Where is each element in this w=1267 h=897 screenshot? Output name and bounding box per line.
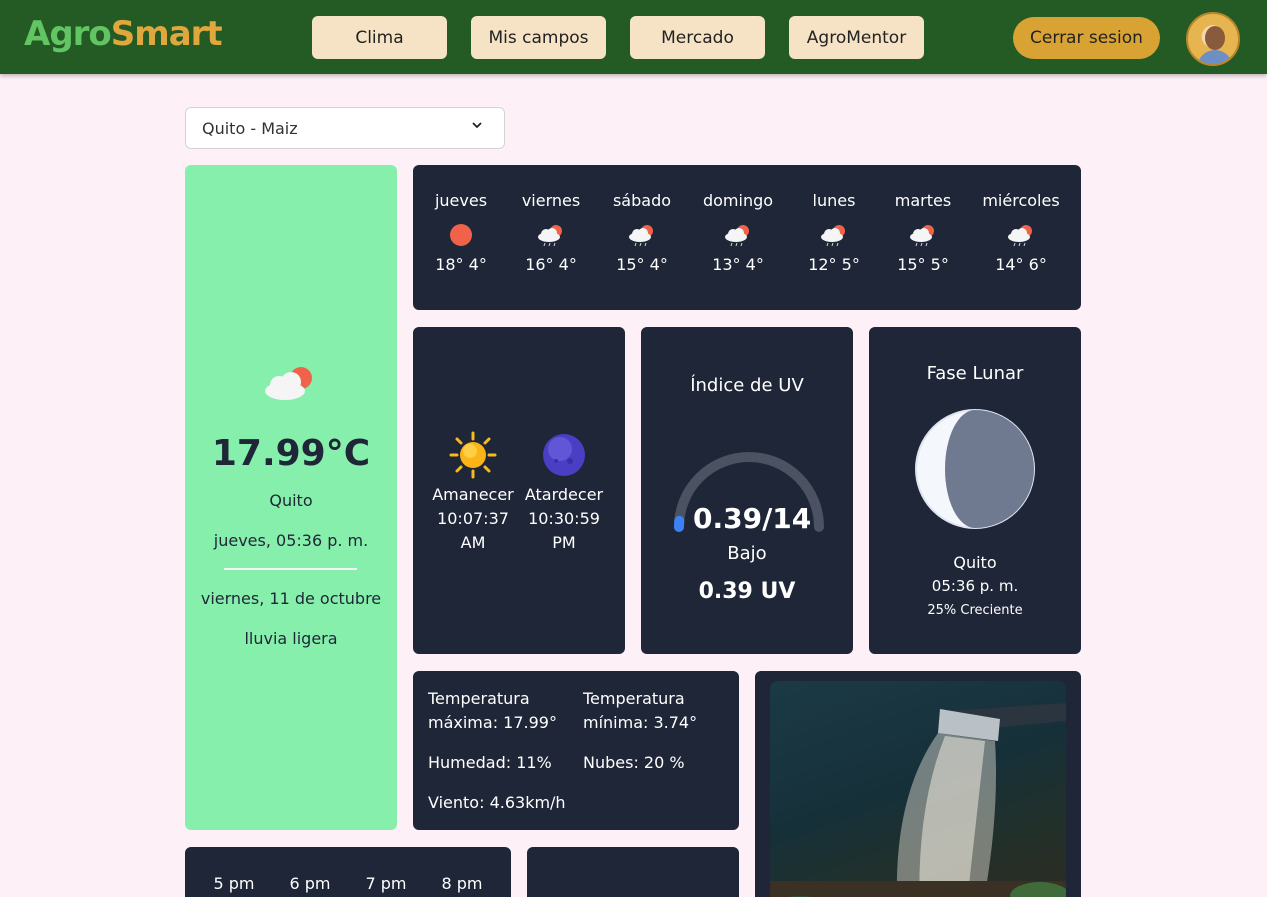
min-temp-stat: Temperatura mínima: 3.74° xyxy=(583,687,697,735)
uv-level: Bajo xyxy=(727,543,767,564)
hour-label: 5 pm xyxy=(213,874,255,893)
current-date: viernes, 11 de octubre xyxy=(200,589,382,608)
forecast-day-range: 18° 4° xyxy=(435,255,487,274)
rain-cloud-icon xyxy=(1008,225,1032,247)
forecast-day-name: miércoles xyxy=(982,191,1060,210)
uv-title: Índice de UV xyxy=(690,375,804,396)
uv-index-card: Índice de UV 0.39/14 Bajo 0.39 UV xyxy=(641,327,853,654)
hour-label: 7 pm xyxy=(365,874,407,893)
moon-title: Fase Lunar xyxy=(926,363,1024,384)
logo-smart-text: Smart xyxy=(110,14,223,54)
sunset-time: 10:30:59 xyxy=(528,509,600,528)
uv-value-text: 0.39/14 xyxy=(693,502,812,535)
moon-city: Quito xyxy=(953,553,997,572)
clouds-stat: Nubes: 20 % xyxy=(583,753,685,772)
forecast-day-name: domingo xyxy=(702,191,774,210)
uv-value: 0.39 UV xyxy=(698,579,796,604)
location-select-value: Quito - Maiz xyxy=(202,118,298,138)
moon-phase-card: Fase Lunar Quito 05:36 p. m. 25% Crecien… xyxy=(869,327,1081,654)
forecast-day: miércoles 14° 6° xyxy=(973,191,1069,274)
forecast-day: viernes 16° 4° xyxy=(503,191,599,274)
min-temp-line1: Temperatura xyxy=(583,689,685,708)
forecast-day-range: 15° 5° xyxy=(897,255,949,274)
forecast-day: sábado 15° 4° xyxy=(594,191,690,274)
max-temp-stat: Temperatura máxima: 17.99° xyxy=(428,687,557,735)
rain-cloud-icon xyxy=(538,225,562,247)
hour-label: 8 pm xyxy=(441,874,483,893)
sunset-label: Atardecer xyxy=(524,485,604,504)
nav-agromentor-button[interactable]: AgroMentor xyxy=(789,16,924,59)
forecast-day-name: lunes xyxy=(812,191,856,210)
rain-cloud-icon xyxy=(910,225,934,247)
weather-stats-card: Temperatura máxima: 17.99° Temperatura m… xyxy=(413,671,739,830)
max-temp-line1: Temperatura xyxy=(428,689,530,708)
extra-card xyxy=(527,847,739,897)
moon-time: 05:36 p. m. xyxy=(931,577,1019,595)
forecast-day: jueves 18° 4° xyxy=(413,191,509,274)
sun-icon xyxy=(450,224,472,246)
max-temp-line2: máxima: 17.99° xyxy=(428,713,557,732)
current-city: Quito xyxy=(269,491,313,510)
moon-planet-icon xyxy=(543,434,585,476)
min-temp-line2: mínima: 3.74° xyxy=(583,713,698,732)
nav-mercado-button[interactable]: Mercado xyxy=(630,16,765,59)
logo-agro-text: Agro xyxy=(24,14,112,54)
watering-can-illustration xyxy=(770,703,1066,897)
user-avatar[interactable] xyxy=(1186,12,1240,66)
sunrise-time: 10:07:37 xyxy=(437,509,509,528)
current-datetime: jueves, 05:36 p. m. xyxy=(213,531,369,550)
sunrise-block: Amanecer 10:07:37 AM xyxy=(427,431,519,555)
humidity-stat: Humedad: 11% xyxy=(428,753,552,772)
forecast-day-range: 13° 4° xyxy=(712,255,764,274)
sunrise-label: Amanecer xyxy=(432,485,514,504)
chevron-down-icon xyxy=(472,122,482,129)
forecast-day-range: 15° 4° xyxy=(616,255,668,274)
sunrise-sun-icon xyxy=(449,431,497,479)
moon-phase-text: 25% Creciente xyxy=(927,603,1023,618)
forecast-day-name: martes xyxy=(894,191,952,210)
location-crop-select[interactable]: Quito - Maiz xyxy=(185,107,505,149)
sunset-block: Atardecer 10:30:59 PM xyxy=(518,431,610,555)
sunset-ampm: PM xyxy=(552,533,576,552)
nav-mis-campos-button[interactable]: Mis campos xyxy=(471,16,606,59)
current-weather-card: 17.99°C Quito jueves, 05:36 p. m. vierne… xyxy=(185,165,397,830)
forecast-day: martes 15° 5° xyxy=(875,191,971,274)
logout-button[interactable]: Cerrar sesion xyxy=(1013,17,1160,59)
hourly-forecast-card: 5 pm 6 pm 7 pm 8 pm xyxy=(185,847,511,897)
watering-image-card xyxy=(755,671,1081,897)
app-logo[interactable]: AgroSmart xyxy=(24,14,223,54)
forecast-day: lunes 12° 5° xyxy=(786,191,882,274)
moon-phase-icon xyxy=(915,409,1035,529)
forecast-day-name: sábado xyxy=(612,191,672,210)
sunrise-ampm: AM xyxy=(460,533,486,552)
forecast-day-range: 16° 4° xyxy=(525,255,577,274)
rain-cloud-icon xyxy=(725,225,749,247)
sunrise-sunset-card: Amanecer 10:07:37 AM Atardecer 10:30:59 … xyxy=(413,327,625,654)
weekly-forecast-card: jueves 18° 4° viernes 16° 4° sábado 15° … xyxy=(413,165,1081,310)
avatar-body xyxy=(1197,50,1233,64)
top-navbar: AgroSmart Clima Mis campos Mercado AgroM… xyxy=(0,0,1267,74)
current-temperature: 17.99°C xyxy=(211,433,371,474)
forecast-day-range: 12° 5° xyxy=(808,255,860,274)
watering-can-photo xyxy=(770,681,1066,897)
divider xyxy=(224,568,357,570)
forecast-day-name: jueves xyxy=(434,191,488,210)
wind-stat: Viento: 4.63km/h xyxy=(428,793,566,812)
forecast-day-range: 14° 6° xyxy=(995,255,1047,274)
rain-cloud-icon xyxy=(821,225,845,247)
forecast-day: domingo 13° 4° xyxy=(690,191,786,274)
cloud-sun-icon xyxy=(265,367,312,400)
avatar-face xyxy=(1205,26,1225,50)
hour-label: 6 pm xyxy=(289,874,331,893)
rain-cloud-icon xyxy=(629,225,653,247)
nav-clima-button[interactable]: Clima xyxy=(312,16,447,59)
weather-description: lluvia ligera xyxy=(244,629,338,648)
forecast-day-name: viernes xyxy=(521,191,581,210)
